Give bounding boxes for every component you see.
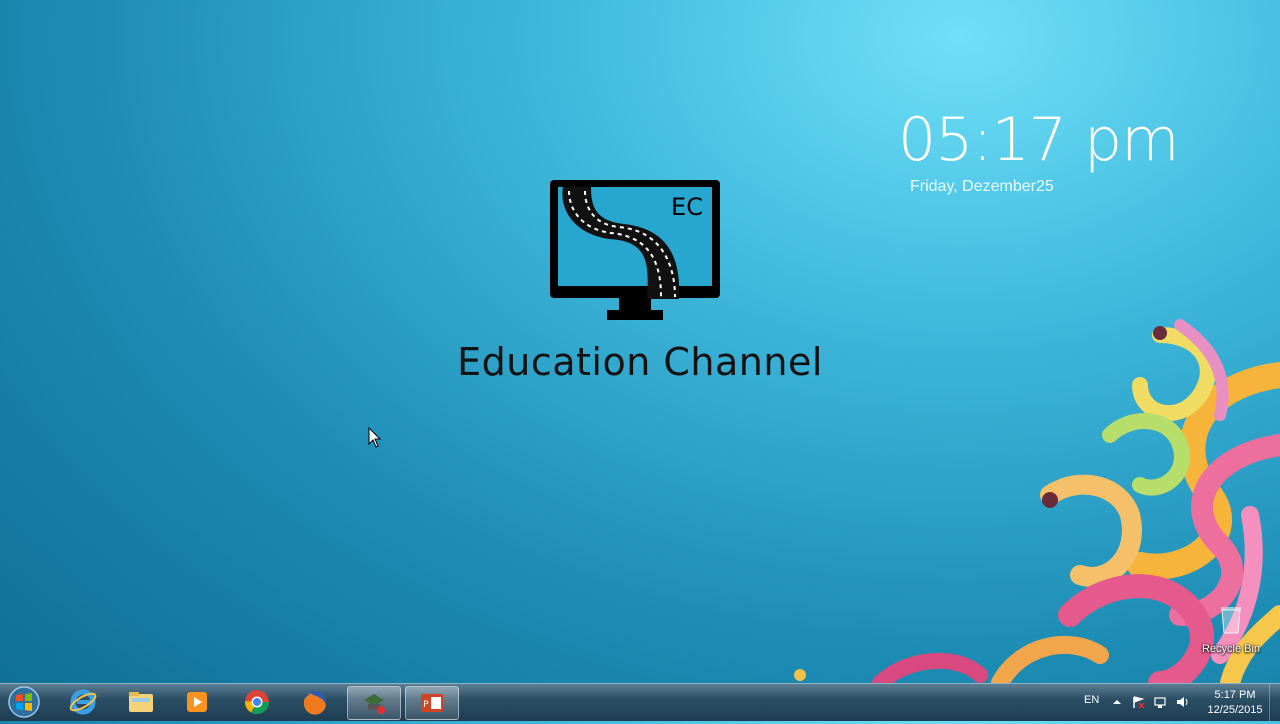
taskbar-powerpoint[interactable]: P bbox=[405, 686, 459, 720]
desktop[interactable]: 05:17 pm Friday, Dezember25 EC Education… bbox=[0, 0, 1280, 683]
media-player-icon bbox=[187, 692, 207, 712]
clock-widget: 05:17 pm Friday, Dezember25 bbox=[898, 104, 1198, 195]
network-icon[interactable] bbox=[1153, 695, 1167, 709]
recycle-bin-icon bbox=[1221, 607, 1241, 634]
recycle-bin-shortcut[interactable]: Recycle Bin bbox=[1196, 604, 1266, 655]
tray-time: 5:17 PM bbox=[1214, 689, 1256, 701]
taskbar: P EN 5:17 PM 12/25/2015 bbox=[0, 683, 1280, 721]
action-center-flag-icon[interactable] bbox=[1131, 695, 1145, 709]
monitor-film-logo-icon: EC bbox=[550, 180, 720, 320]
mouse-cursor-icon bbox=[368, 427, 382, 448]
chrome-icon bbox=[245, 690, 269, 715]
taskbar-recording-app[interactable] bbox=[347, 686, 401, 720]
taskbar-file-explorer[interactable] bbox=[115, 686, 167, 718]
language-indicator[interactable]: EN bbox=[1084, 694, 1099, 706]
clock-date: Friday, Dezember25 bbox=[910, 178, 1054, 195]
taskbar-internet-explorer[interactable] bbox=[57, 686, 109, 718]
firefox-icon bbox=[303, 691, 326, 715]
tray-date: 12/25/2015 bbox=[1207, 704, 1263, 716]
taskbar-chrome[interactable] bbox=[231, 686, 283, 718]
recording-app-icon bbox=[364, 694, 385, 714]
taskbar-media-player[interactable] bbox=[171, 686, 223, 718]
start-button[interactable] bbox=[4, 685, 44, 719]
powerpoint-icon: P bbox=[421, 694, 443, 712]
windows-start-icon bbox=[8, 686, 40, 718]
show-hidden-icons-icon[interactable] bbox=[1110, 695, 1124, 709]
system-tray: EN 5:17 PM 12/25/2015 bbox=[1060, 684, 1280, 721]
clock-time: 05:17 pm bbox=[898, 105, 1180, 175]
volume-icon[interactable] bbox=[1175, 695, 1189, 709]
taskbar-firefox[interactable] bbox=[289, 686, 341, 718]
internet-explorer-icon bbox=[69, 689, 97, 715]
file-explorer-icon bbox=[129, 692, 153, 712]
recycle-bin-label: Recycle Bin bbox=[1201, 643, 1261, 655]
svg-text:P: P bbox=[423, 700, 429, 710]
tray-clock[interactable]: 5:17 PM 12/25/2015 bbox=[1200, 688, 1270, 718]
show-desktop-button[interactable] bbox=[1269, 684, 1280, 721]
logo-badge: EC bbox=[671, 193, 703, 221]
